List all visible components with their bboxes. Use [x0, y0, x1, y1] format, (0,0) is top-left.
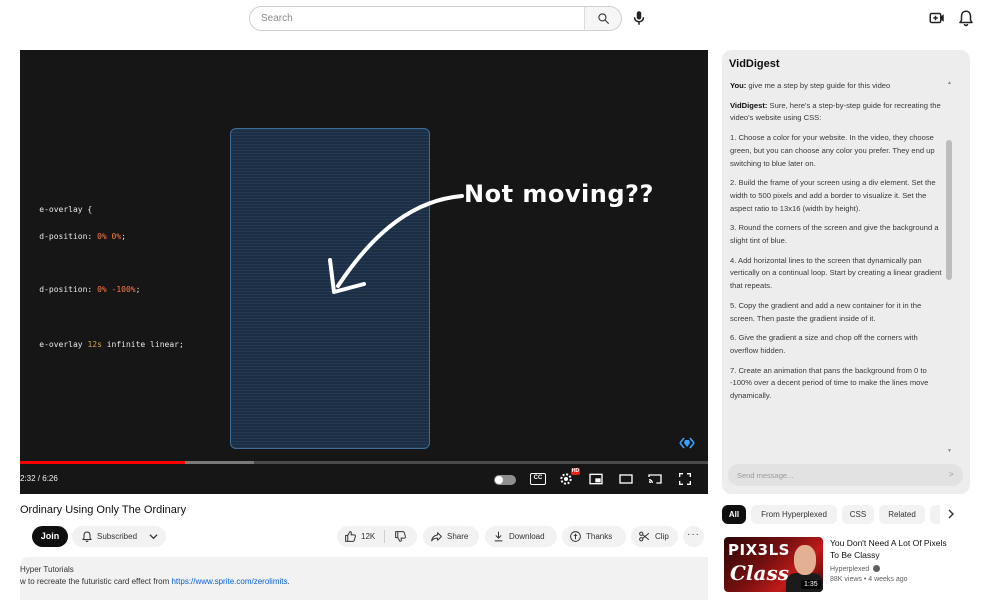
share-button[interactable]: Share — [423, 526, 479, 547]
bot-step-5: 5. Copy the gradient and add a new conta… — [730, 300, 922, 323]
subscribed-button[interactable]: Subscribed — [72, 526, 166, 547]
chat-scrollbar[interactable] — [946, 140, 952, 280]
more-actions-button[interactable]: ··· — [683, 526, 704, 547]
join-button[interactable]: Join — [32, 526, 68, 547]
verified-icon — [873, 565, 881, 572]
scroll-up-icon[interactable]: ▲ — [947, 80, 952, 86]
overlay-caption: Not moving?? — [464, 180, 654, 208]
fullscreen-icon[interactable] — [676, 471, 694, 487]
search-placeholder: Search — [261, 13, 293, 24]
search-input[interactable]: Search — [249, 6, 585, 31]
notifications-icon[interactable] — [957, 9, 975, 27]
thumbnail-person-face — [794, 545, 816, 575]
description-box[interactable]: Hyper Tutorials w to recreate the futuri… — [20, 557, 708, 600]
arrow-annotation-icon — [328, 194, 464, 294]
chevron-right-icon[interactable] — [946, 509, 956, 519]
video-player[interactable]: e-overlay { d-position: 0% 0%; d-positio… — [20, 50, 708, 494]
bot-step-2: 2. Build the frame of your screen using … — [730, 178, 936, 213]
code-line-2: d-position: 0% 0%; — [39, 232, 126, 241]
chip-all[interactable]: All — [722, 505, 746, 524]
chat-title: VidDigest — [729, 58, 780, 70]
thumbnail-text-class: Class — [730, 561, 789, 585]
time-display: 2:32 / 6:26 — [20, 474, 58, 483]
download-label: Download — [509, 532, 545, 541]
video-duration-badge: 1:35 — [801, 580, 821, 589]
recommended-meta: 88K views • 4 weeks ago — [830, 576, 908, 583]
user-message: You: give me a step by step guide for th… — [730, 81, 891, 90]
recommended-title[interactable]: You Don't Need A Lot Of Pixels To Be Cla… — [830, 537, 955, 561]
bot-step-7: 7. Create an animation that pans the bac… — [730, 365, 929, 401]
description-text: w to recreate the futuristic card effect… — [20, 577, 290, 586]
bell-icon — [82, 531, 92, 542]
recommended-channel[interactable]: Hyperplexed — [830, 565, 881, 573]
cast-icon[interactable] — [646, 471, 664, 487]
progress-played[interactable] — [20, 461, 185, 464]
theater-mode-icon[interactable] — [617, 471, 635, 487]
chip-related[interactable]: Related — [879, 505, 925, 524]
share-icon — [431, 532, 442, 542]
share-label: Share — [447, 532, 469, 541]
chip-css[interactable]: CSS — [842, 505, 874, 524]
description-line: Hyper Tutorials — [20, 565, 74, 574]
clip-label: Clip — [655, 532, 669, 541]
description-link[interactable]: https://www.sprite.com/zerolimits — [171, 577, 287, 586]
bot-message-intro: VidDigest: Sure, here's a step-by-step g… — [730, 100, 941, 123]
code-line-4: e-overlay 12s infinite linear; — [39, 340, 184, 349]
mic-icon[interactable] — [630, 9, 648, 27]
bot-step-1: 1. Choose a color for your website. In t… — [730, 133, 935, 168]
thanks-button[interactable]: Thanks — [562, 526, 626, 547]
chip-overflow[interactable] — [930, 505, 940, 524]
thanks-label: Thanks — [586, 532, 613, 541]
like-dislike-group: 12K — [337, 526, 417, 547]
dislike-icon[interactable] — [394, 530, 407, 543]
bot-step-3: 3. Round the corners of the screen and g… — [730, 223, 939, 246]
miniplayer-icon[interactable] — [587, 471, 605, 487]
channel-watermark-icon[interactable] — [678, 436, 696, 450]
video-title: Ordinary Using Only The Ordinary — [20, 504, 187, 516]
scroll-down-icon[interactable]: ▼ — [947, 448, 952, 454]
download-icon — [494, 531, 503, 542]
autoplay-toggle[interactable] — [494, 475, 516, 485]
chat-input-placeholder: Send message... — [737, 471, 794, 480]
clip-button[interactable]: Clip — [631, 526, 678, 547]
chat-messages: You: give me a step by step guide for th… — [730, 80, 948, 410]
captions-button[interactable]: CC — [530, 473, 546, 485]
bot-step-4: 4. Add horizontal lines to the screen th… — [730, 255, 942, 291]
chevron-down-icon — [149, 534, 158, 540]
chat-message-input[interactable]: Send message... > — [728, 464, 963, 486]
thanks-icon — [570, 531, 581, 542]
hd-badge: HD — [571, 468, 580, 475]
create-icon[interactable] — [928, 9, 946, 27]
code-line-1: e-overlay { — [39, 205, 93, 214]
like-count[interactable]: 12K — [361, 532, 375, 541]
search-icon — [598, 13, 609, 24]
scissors-icon — [639, 531, 650, 542]
like-icon[interactable] — [344, 530, 357, 543]
thumbnail-text-pixels: PIX3LS — [728, 541, 790, 559]
search-button[interactable] — [584, 6, 622, 31]
subscribed-label: Subscribed — [97, 532, 138, 541]
download-button[interactable]: Download — [485, 526, 557, 547]
send-icon[interactable]: > — [949, 470, 954, 479]
like-divider — [384, 530, 385, 543]
viddigest-chat-panel: VidDigest You: give me a step by step gu… — [722, 50, 970, 494]
chip-from-hyperplexed[interactable]: From Hyperplexed — [751, 505, 837, 524]
code-line-3: d-position: 0% -100%; — [39, 285, 141, 294]
bot-step-6: 6. Give the gradient a size and chop off… — [730, 333, 918, 355]
